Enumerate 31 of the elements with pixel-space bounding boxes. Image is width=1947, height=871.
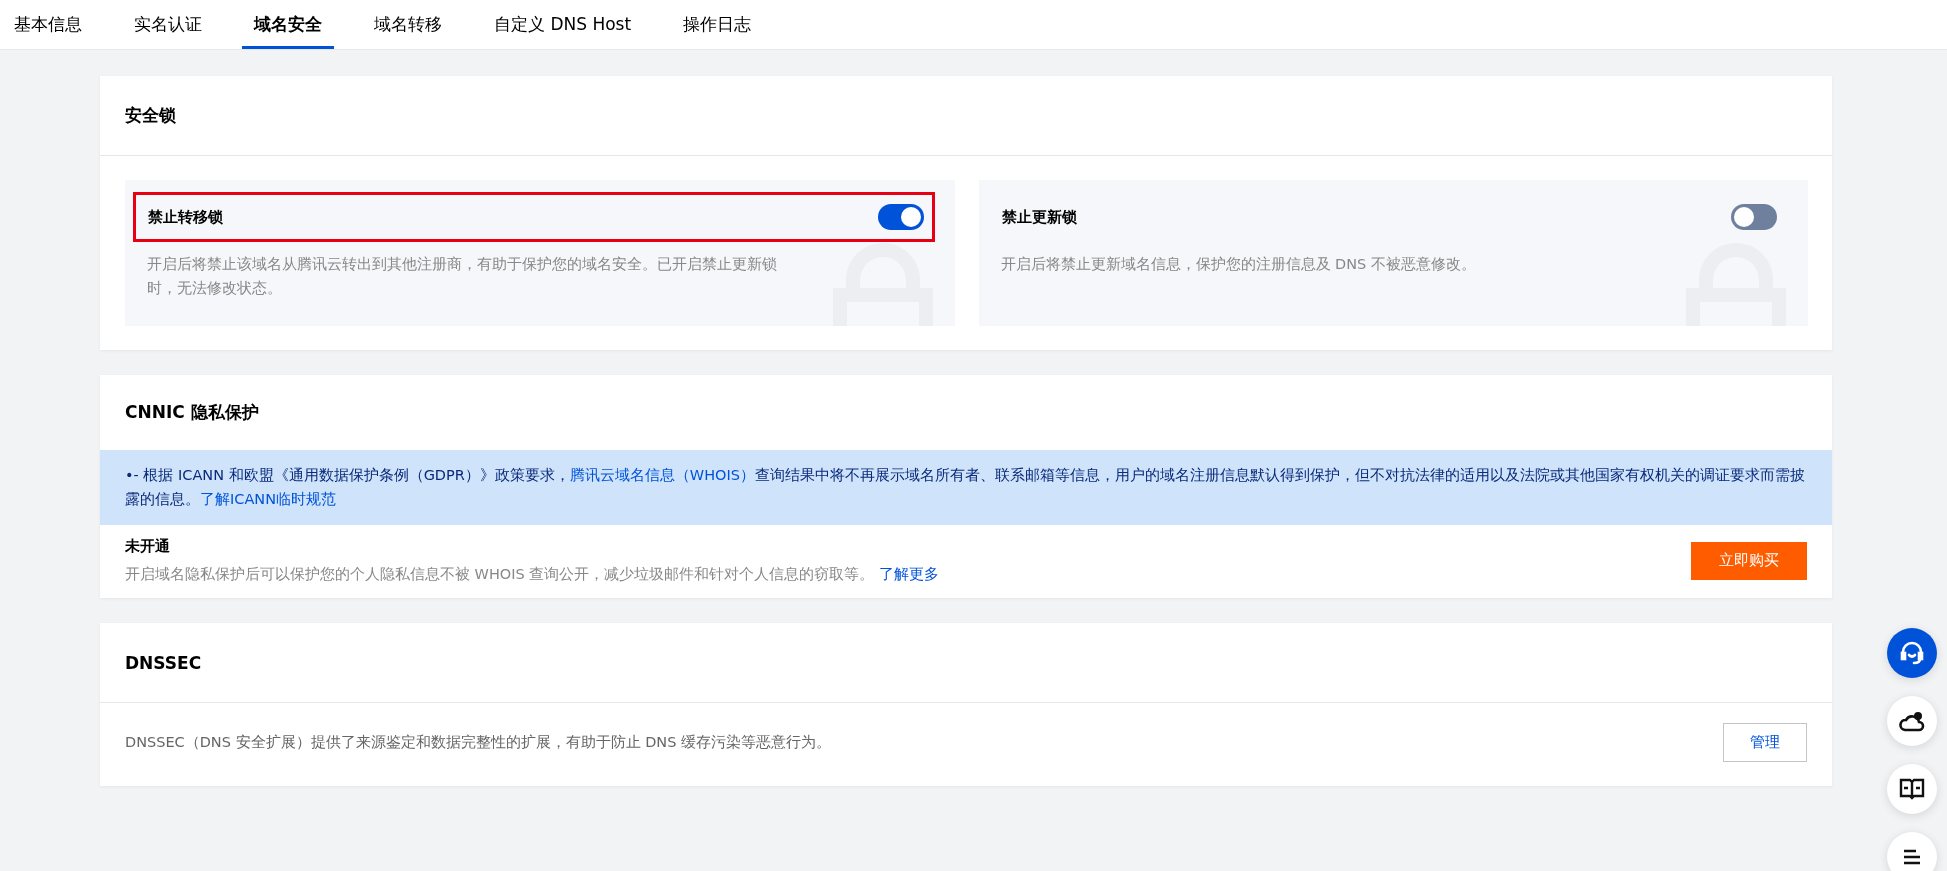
support-button[interactable] (1887, 628, 1937, 678)
manage-button[interactable]: 管理 (1723, 723, 1807, 762)
link[interactable]: 了解ICANN临时规范 (200, 491, 336, 507)
privacy-description: 开启域名隐私保护后可以保护您的个人隐私信息不被 WHOIS 查询公开，减少垃圾邮件和针对个人信息的窃取等。 了解更多 (125, 566, 939, 582)
cloud-icon (1899, 710, 1925, 732)
toggle-switch[interactable] (1731, 204, 1777, 230)
notice-text: •- 根据 ICANN 和欧盟《通用数据保护条例（GDPR）》政策要求，腾讯云域名信息（WHOIS）查询结果中将不再展示域名所有者、联系邮箱等信息，用户的域名注册信息默认得到保护，但不对抗法律的适用以及法院或其他国家有权机关的调证要求而需披露的信息。了解ICANN临时规范 (100, 450, 1832, 525)
tab[interactable]: 实名认证 (122, 0, 214, 49)
lock-description: 开启后将禁止该域名从腾讯云转出到其他注册商，有助于保护您的域名安全。已开启禁止更新锁时，无法修改状态。 (147, 255, 778, 298)
status-label: 未开通 (125, 537, 171, 556)
section-title: 安全锁 (125, 104, 176, 127)
section-title: DNSSEC (125, 652, 202, 673)
lock-title: 禁止转移锁 (148, 207, 223, 227)
tab[interactable]: 基本信息 (2, 0, 94, 49)
tab[interactable]: 域名转移 (362, 0, 454, 49)
tab[interactable]: 域名安全 (242, 0, 334, 49)
toggle-switch[interactable] (877, 204, 924, 230)
book-icon (1899, 778, 1925, 800)
section-title: CNNIC 隐私保护 (125, 401, 259, 424)
cloud-button[interactable] (1887, 696, 1937, 746)
lock-description: 开启后将禁止更新域名信息，保护您的注册信息及 DNS 不被恶意修改。 (1000, 255, 1477, 274)
tab[interactable]: 自定义 DNS Host (482, 0, 644, 49)
menu-button[interactable] (1887, 832, 1937, 871)
docs-button[interactable] (1887, 764, 1937, 814)
tab[interactable]: 操作日志 (671, 0, 764, 49)
headset-icon (1899, 640, 1925, 666)
lock-title: 禁止更新锁 (1001, 207, 1077, 227)
dnssec-description: DNSSEC（DNS 安全扩展）提供了来源鉴定和数据完整性的扩展，有助于防止 DNS 缓存污染等恶意行为。 (125, 733, 831, 752)
learn-more-link[interactable]: 了解更多 (878, 566, 939, 582)
link[interactable]: 腾讯云域名信息（WHOIS） (569, 467, 755, 483)
menu-icon (1902, 849, 1922, 865)
